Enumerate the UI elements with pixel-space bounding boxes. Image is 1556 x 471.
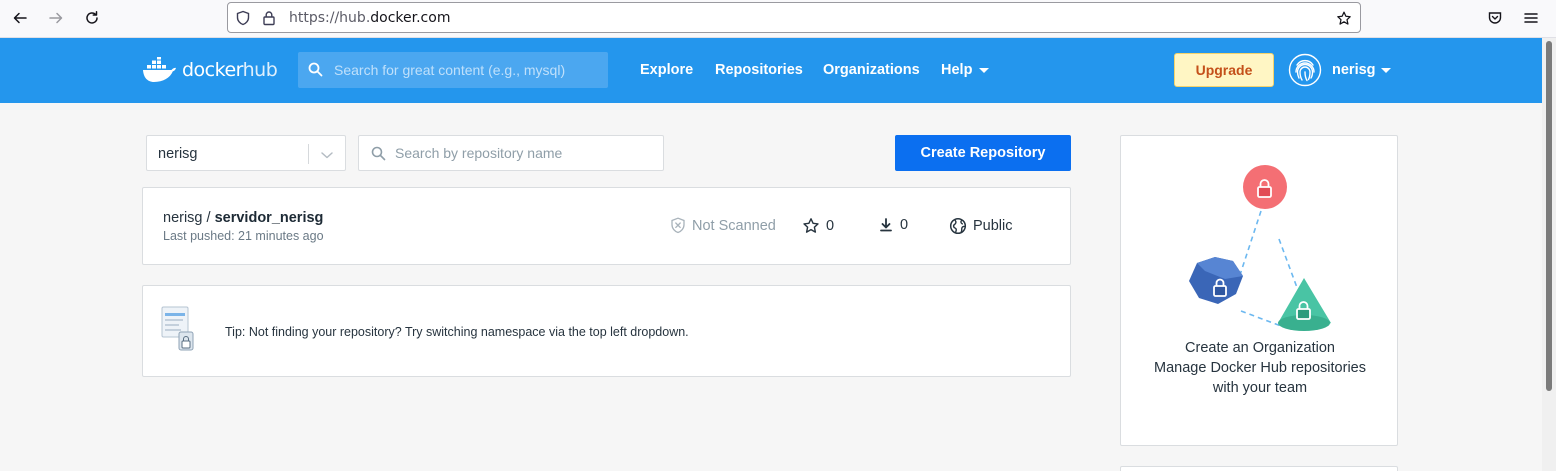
repo-namespace: nerisg (163, 210, 203, 226)
url-text: https://hub.docker.com (289, 10, 450, 26)
select-divider (308, 144, 309, 164)
repo-name-bold: servidor_nerisg (214, 210, 324, 226)
download-icon (880, 218, 892, 232)
star-outline-icon (803, 218, 819, 233)
logo-text-hub: hub (242, 59, 278, 81)
search-icon (371, 146, 386, 165)
create-organization-card[interactable]: Create an Organization Manage Docker Hub… (1120, 135, 1398, 446)
star-count: 0 (802, 217, 834, 235)
url-prefix: https://hub. (289, 10, 371, 26)
repository-search-input[interactable] (395, 136, 657, 170)
organization-illustration (1181, 161, 1341, 340)
docker-hub-header: dockerhub Explore Repositories Organizat… (0, 38, 1542, 103)
global-search-input[interactable] (334, 52, 602, 88)
pull-count: 0 (878, 217, 908, 233)
visibility: Public (949, 217, 1013, 235)
upgrade-button[interactable]: Upgrade (1174, 53, 1274, 87)
star-count-value: 0 (826, 218, 835, 234)
nav-explore[interactable]: Explore (640, 62, 693, 78)
username-menu[interactable]: nerisg (1332, 62, 1376, 78)
last-pushed: Last pushed: 21 minutes ago (163, 229, 324, 243)
page-scrollbar[interactable] (1542, 38, 1556, 471)
namespace-value: nerisg (158, 146, 198, 162)
url-domain: docker.com (370, 10, 451, 26)
shield-x-icon (671, 217, 685, 234)
lock-icon[interactable] (261, 10, 277, 26)
scan-status: Not Scanned (670, 217, 776, 234)
repository-search[interactable] (358, 135, 664, 171)
create-repository-button[interactable]: Create Repository (895, 135, 1071, 171)
organization-description: Manage Docker Hub repositories with your… (1154, 360, 1366, 396)
global-search[interactable] (298, 52, 608, 88)
organization-title: Create an Organization (1185, 340, 1335, 356)
scrollbar-thumb[interactable] (1546, 41, 1552, 391)
search-icon (308, 62, 323, 81)
user-caret-icon[interactable] (1381, 68, 1391, 73)
visibility-label: Public (973, 218, 1013, 234)
secondary-panel (1120, 466, 1398, 471)
repo-separator: / (202, 210, 215, 226)
address-bar[interactable]: https://hub.docker.com (227, 2, 1361, 33)
docker-whale-icon (143, 57, 176, 82)
nav-help[interactable]: Help (941, 62, 972, 78)
namespace-select[interactable]: nerisg (146, 135, 346, 171)
pocket-icon[interactable] (1483, 7, 1507, 29)
globe-icon (949, 217, 967, 235)
chevron-down-icon[interactable] (320, 147, 334, 166)
back-icon[interactable] (8, 7, 32, 29)
tip-card: Tip: Not finding your repository? Try sw… (142, 285, 1071, 377)
pull-count-value: 0 (900, 217, 909, 233)
tip-illustration (159, 304, 199, 360)
star-icon[interactable] (1336, 10, 1352, 26)
reload-icon[interactable] (80, 7, 104, 29)
logo-text: dockerhub (182, 59, 278, 81)
menu-icon[interactable] (1519, 7, 1543, 29)
shield-icon[interactable] (235, 10, 251, 26)
repository-card[interactable]: nerisg / servidor_nerisg Last pushed: 21… (142, 187, 1071, 265)
help-caret-icon[interactable] (979, 68, 989, 73)
fingerprint-avatar-icon[interactable] (1288, 53, 1322, 87)
nav-organizations[interactable]: Organizations (823, 62, 920, 78)
docker-hub-logo[interactable]: dockerhub (142, 57, 278, 83)
forward-icon[interactable] (44, 7, 68, 29)
repository-name[interactable]: nerisg / servidor_nerisg (163, 210, 323, 226)
browser-toolbar: https://hub.docker.com (0, 0, 1556, 38)
tip-text: Tip: Not finding your repository? Try sw… (225, 325, 689, 339)
scan-status-label: Not Scanned (692, 217, 776, 234)
logo-text-docker: docker (182, 59, 243, 81)
nav-repositories[interactable]: Repositories (715, 62, 803, 78)
